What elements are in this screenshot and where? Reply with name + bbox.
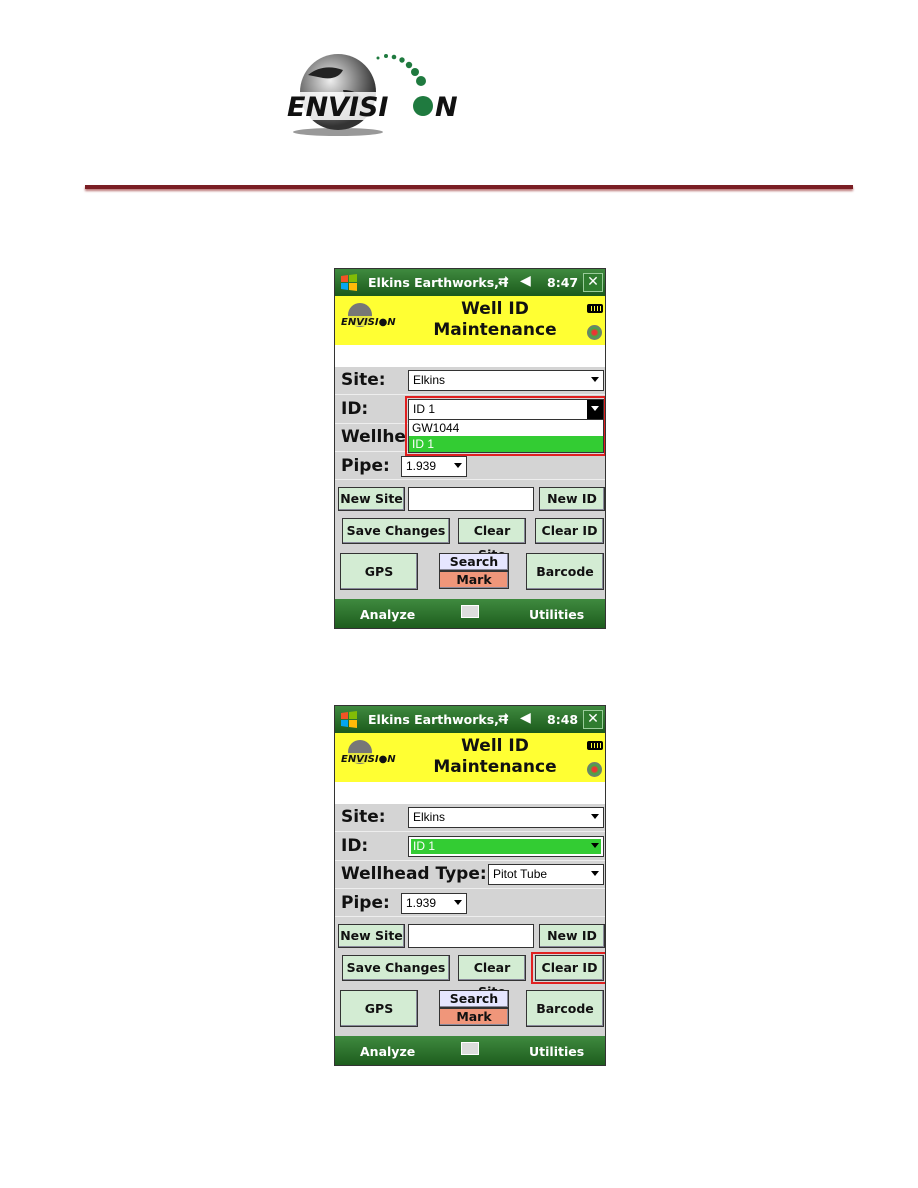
disc-icon[interactable] [587,325,602,340]
soft-key-bar: Analyze Utilities [335,1036,605,1065]
clear-site-button[interactable]: Clear Site [458,518,526,562]
save-changes-button[interactable]: Save Changes [342,955,450,981]
chevron-down-icon [591,814,599,819]
site-value: Elkins [413,373,446,387]
pipe-select[interactable]: 1.939 [401,456,467,477]
device-screenshot: Elkins Earthworks, I ⇄ ◀ 8:47 ✕ ENVISI●N… [334,268,606,629]
mark-button[interactable]: Mark [439,1008,509,1026]
pipe-value: 1.939 [406,896,437,910]
keyboard-icon[interactable] [461,1042,479,1055]
site-value: Elkins [413,810,446,824]
analyze-softkey[interactable]: Analyze [360,1044,415,1059]
id-label: ID: [341,399,369,419]
header-line-1: Well ID [461,736,529,756]
close-button[interactable]: ✕ [583,273,603,292]
header-line-2: Maintenance [433,320,557,340]
title-bar: Elkins Earthworks, I ⇄ ◀ 8:48 ✕ [335,706,605,733]
soft-key-bar: Analyze Utilities [335,599,605,628]
pipe-select[interactable]: 1.939 [401,893,467,914]
mark-button[interactable]: Mark [439,571,509,589]
envision-logo: ENVISI N [285,54,465,136]
site-select[interactable]: Elkins [408,370,604,391]
connectivity-icon: ⇄ [498,274,509,289]
pipe-label: Pipe: [341,456,390,476]
analyze-softkey[interactable]: Analyze [360,607,415,622]
volume-muted-icon: ◀ [520,273,531,289]
chevron-down-icon [591,377,599,382]
wellhead-type-label: Wellhe [341,427,406,447]
header-rule [85,185,853,189]
window-title: Elkins Earthworks, I [368,712,508,727]
disc-icon[interactable] [587,762,602,777]
callout-highlight [405,396,605,456]
clear-id-button[interactable]: Clear ID [535,518,604,544]
device-screenshot: Elkins Earthworks, I ⇄ ◀ 8:48 ✕ ENVISI●N… [334,705,606,1066]
close-button[interactable]: ✕ [583,710,603,729]
battery-icon [587,741,603,750]
wellhead-type-select[interactable]: Pitot Tube [488,864,604,885]
svg-text:ENVISI: ENVISI [287,92,388,123]
svg-text:N: N [435,92,458,123]
search-button[interactable]: Search [439,990,509,1008]
gps-button[interactable]: GPS [340,553,418,590]
new-id-button[interactable]: New ID [539,487,605,511]
utilities-softkey[interactable]: Utilities [529,607,584,622]
app-header: ENVISI●N Well ID Maintenance [335,296,605,345]
barcode-button[interactable]: Barcode [526,553,604,590]
chevron-down-icon [454,463,462,468]
site-label: Site: [341,807,386,827]
windows-start-icon[interactable] [340,710,358,728]
wellhead-type-label: Wellhead Type: [341,864,487,884]
pipe-label: Pipe: [341,893,390,913]
clock: 8:48 [547,712,579,727]
window-title: Elkins Earthworks, I [368,275,508,290]
new-name-input[interactable] [408,487,534,511]
app-header: ENVISI●N Well ID Maintenance [335,733,605,782]
site-select[interactable]: Elkins [408,807,604,828]
new-site-button[interactable]: New Site [338,487,405,511]
pipe-value: 1.939 [406,459,437,473]
svg-text:ENVISI●N: ENVISI●N [341,317,396,328]
battery-icon [587,304,603,313]
id-label: ID: [341,836,369,856]
search-button[interactable]: Search [439,553,509,571]
title-bar: Elkins Earthworks, I ⇄ ◀ 8:47 ✕ [335,269,605,296]
new-name-input[interactable] [408,924,534,948]
barcode-button[interactable]: Barcode [526,990,604,1027]
save-changes-button[interactable]: Save Changes [342,518,450,544]
site-label: Site: [341,370,386,390]
header-line-1: Well ID [461,299,529,319]
chevron-down-icon [454,900,462,905]
clock: 8:47 [547,275,579,290]
keyboard-icon[interactable] [461,605,479,618]
wellhead-type-value: Pitot Tube [493,867,548,881]
svg-text:ENVISI●N: ENVISI●N [341,754,396,765]
volume-muted-icon: ◀ [520,710,531,726]
callout-highlight [531,952,605,984]
windows-start-icon[interactable] [340,273,358,291]
new-site-button[interactable]: New Site [338,924,405,948]
id-select[interactable]: ID 1 [408,836,604,857]
chevron-down-icon [591,871,599,876]
connectivity-icon: ⇄ [498,711,509,726]
clear-site-button[interactable]: Clear Site [458,955,526,999]
chevron-down-icon [591,843,599,848]
id-value: ID 1 [413,839,436,853]
new-id-button[interactable]: New ID [539,924,605,948]
header-line-2: Maintenance [433,757,557,777]
utilities-softkey[interactable]: Utilities [529,1044,584,1059]
gps-button[interactable]: GPS [340,990,418,1027]
